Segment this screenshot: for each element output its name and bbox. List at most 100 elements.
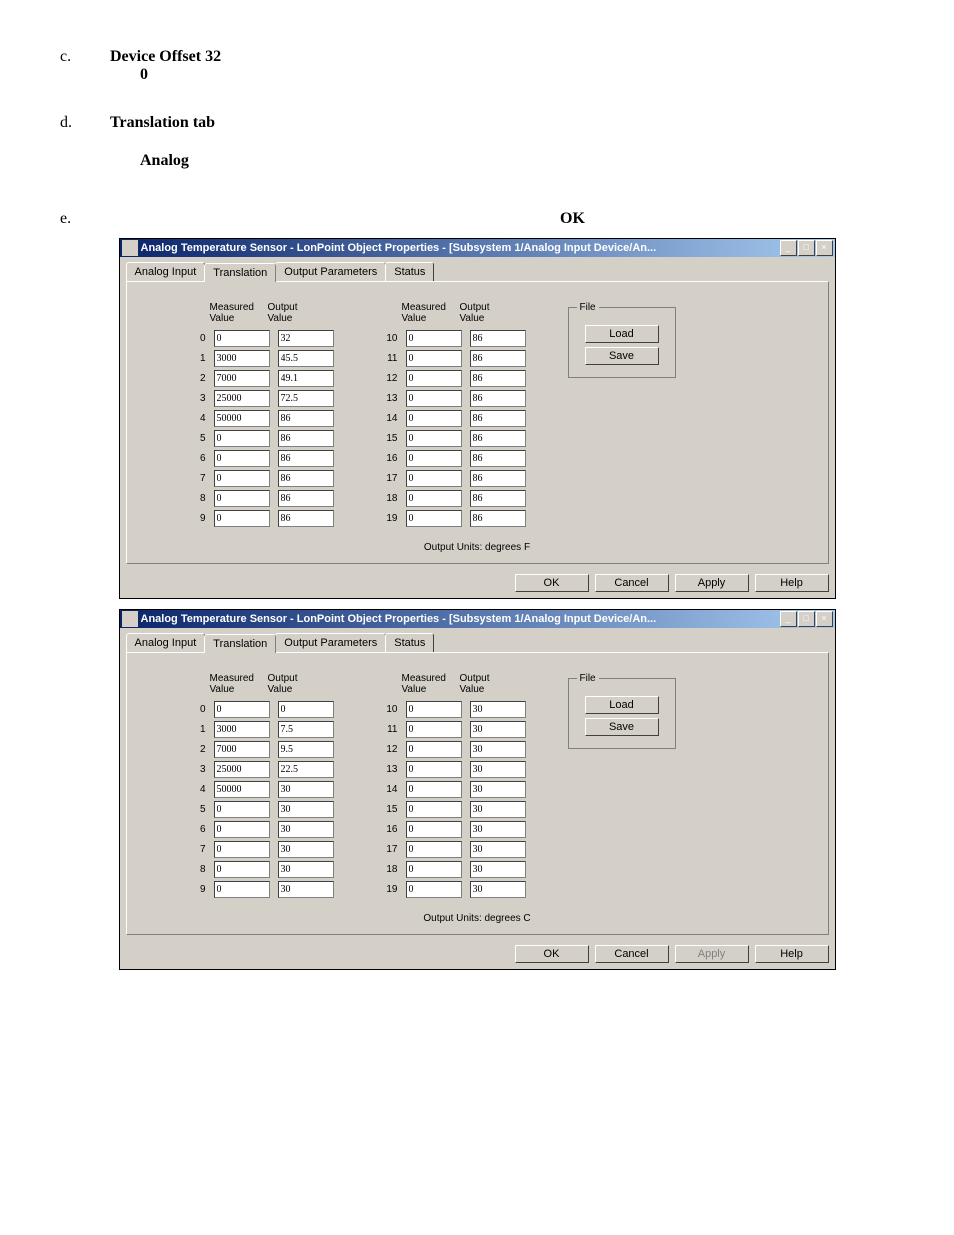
- measured-input[interactable]: [214, 801, 270, 818]
- output-input[interactable]: [278, 350, 334, 367]
- output-input[interactable]: [278, 821, 334, 838]
- measured-input[interactable]: [214, 350, 270, 367]
- measured-input[interactable]: [406, 490, 462, 507]
- measured-input[interactable]: [406, 841, 462, 858]
- measured-input[interactable]: [406, 470, 462, 487]
- output-input[interactable]: [470, 350, 526, 367]
- measured-input[interactable]: [214, 490, 270, 507]
- apply-button[interactable]: Apply: [675, 945, 749, 963]
- ok-button[interactable]: OK: [515, 945, 589, 963]
- titlebar[interactable]: Analog Temperature Sensor - LonPoint Obj…: [120, 239, 835, 257]
- measured-input[interactable]: [406, 761, 462, 778]
- measured-input[interactable]: [406, 861, 462, 878]
- measured-input[interactable]: [406, 881, 462, 898]
- output-input[interactable]: [278, 861, 334, 878]
- tab-translation[interactable]: Translation: [204, 634, 276, 653]
- help-button[interactable]: Help: [755, 945, 829, 963]
- output-input[interactable]: [470, 450, 526, 467]
- output-input[interactable]: [278, 801, 334, 818]
- maximize-button[interactable]: □: [798, 611, 815, 627]
- measured-input[interactable]: [214, 370, 270, 387]
- output-input[interactable]: [470, 470, 526, 487]
- output-input[interactable]: [278, 410, 334, 427]
- output-input[interactable]: [470, 330, 526, 347]
- tab-output-parameters[interactable]: Output Parameters: [275, 633, 386, 652]
- measured-input[interactable]: [406, 701, 462, 718]
- output-input[interactable]: [278, 430, 334, 447]
- output-input[interactable]: [278, 490, 334, 507]
- measured-input[interactable]: [214, 450, 270, 467]
- measured-input[interactable]: [214, 761, 270, 778]
- output-input[interactable]: [278, 470, 334, 487]
- output-input[interactable]: [470, 701, 526, 718]
- measured-input[interactable]: [406, 330, 462, 347]
- output-input[interactable]: [470, 430, 526, 447]
- measured-input[interactable]: [214, 861, 270, 878]
- output-input[interactable]: [470, 761, 526, 778]
- save-button[interactable]: Save: [585, 347, 659, 365]
- output-input[interactable]: [278, 721, 334, 738]
- measured-input[interactable]: [214, 470, 270, 487]
- measured-input[interactable]: [214, 410, 270, 427]
- titlebar[interactable]: Analog Temperature Sensor - LonPoint Obj…: [120, 610, 835, 628]
- measured-input[interactable]: [214, 721, 270, 738]
- output-input[interactable]: [470, 370, 526, 387]
- output-input[interactable]: [470, 821, 526, 838]
- close-button[interactable]: ×: [816, 611, 833, 627]
- measured-input[interactable]: [406, 801, 462, 818]
- measured-input[interactable]: [406, 390, 462, 407]
- output-input[interactable]: [470, 881, 526, 898]
- output-input[interactable]: [470, 490, 526, 507]
- output-input[interactable]: [278, 741, 334, 758]
- tab-status[interactable]: Status: [385, 633, 434, 652]
- measured-input[interactable]: [214, 430, 270, 447]
- measured-input[interactable]: [406, 350, 462, 367]
- measured-input[interactable]: [214, 701, 270, 718]
- measured-input[interactable]: [406, 781, 462, 798]
- ok-button[interactable]: OK: [515, 574, 589, 592]
- output-input[interactable]: [278, 781, 334, 798]
- measured-input[interactable]: [214, 881, 270, 898]
- measured-input[interactable]: [214, 821, 270, 838]
- minimize-button[interactable]: _: [780, 240, 797, 256]
- tab-status[interactable]: Status: [385, 262, 434, 281]
- tab-analog-input[interactable]: Analog Input: [126, 262, 206, 281]
- output-input[interactable]: [470, 410, 526, 427]
- output-input[interactable]: [278, 761, 334, 778]
- output-input[interactable]: [278, 390, 334, 407]
- load-button[interactable]: Load: [585, 696, 659, 714]
- measured-input[interactable]: [406, 741, 462, 758]
- measured-input[interactable]: [214, 781, 270, 798]
- output-input[interactable]: [470, 841, 526, 858]
- output-input[interactable]: [278, 450, 334, 467]
- output-input[interactable]: [278, 881, 334, 898]
- tab-translation[interactable]: Translation: [204, 263, 276, 282]
- load-button[interactable]: Load: [585, 325, 659, 343]
- measured-input[interactable]: [406, 370, 462, 387]
- measured-input[interactable]: [214, 841, 270, 858]
- cancel-button[interactable]: Cancel: [595, 574, 669, 592]
- measured-input[interactable]: [214, 741, 270, 758]
- save-button[interactable]: Save: [585, 718, 659, 736]
- output-input[interactable]: [470, 861, 526, 878]
- close-button[interactable]: ×: [816, 240, 833, 256]
- help-button[interactable]: Help: [755, 574, 829, 592]
- minimize-button[interactable]: _: [780, 611, 797, 627]
- output-input[interactable]: [470, 801, 526, 818]
- output-input[interactable]: [470, 510, 526, 527]
- measured-input[interactable]: [406, 510, 462, 527]
- output-input[interactable]: [278, 701, 334, 718]
- measured-input[interactable]: [406, 410, 462, 427]
- tab-analog-input[interactable]: Analog Input: [126, 633, 206, 652]
- output-input[interactable]: [278, 841, 334, 858]
- apply-button[interactable]: Apply: [675, 574, 749, 592]
- measured-input[interactable]: [406, 450, 462, 467]
- output-input[interactable]: [278, 370, 334, 387]
- output-input[interactable]: [278, 510, 334, 527]
- output-input[interactable]: [278, 330, 334, 347]
- measured-input[interactable]: [406, 721, 462, 738]
- measured-input[interactable]: [214, 330, 270, 347]
- output-input[interactable]: [470, 741, 526, 758]
- measured-input[interactable]: [406, 821, 462, 838]
- measured-input[interactable]: [406, 430, 462, 447]
